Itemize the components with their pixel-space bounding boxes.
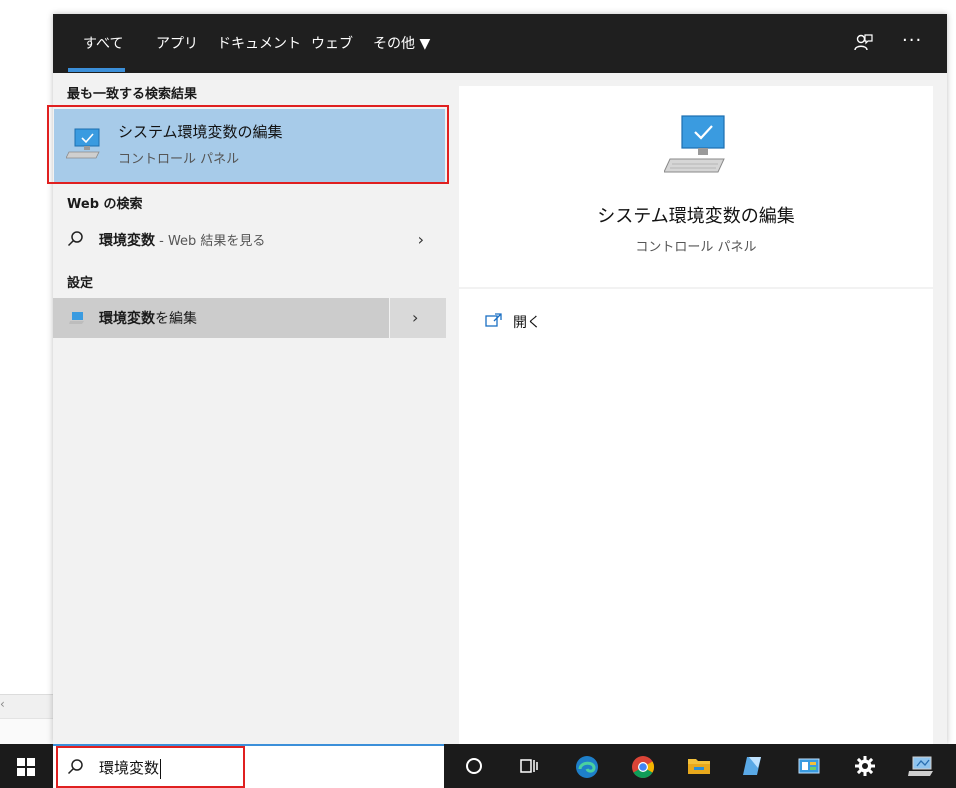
task-view-icon[interactable] xyxy=(517,754,541,778)
open-action[interactable]: 開く xyxy=(485,312,541,332)
tab-more[interactable]: その他 ▼ xyxy=(373,33,430,53)
web-result-label: 環境変数 - Web 結果を見る xyxy=(99,230,265,250)
more-options-icon[interactable]: ··· xyxy=(902,30,922,51)
background-window-strip-2 xyxy=(0,718,53,745)
background-chevron-icon: ‹ xyxy=(0,697,5,711)
web-search-result[interactable]: 環境変数 - Web 結果を見る › xyxy=(53,220,446,260)
detail-pane: システム環境変数の編集 コントロール パネル 開く xyxy=(459,86,933,744)
edge-icon[interactable] xyxy=(574,754,598,778)
web-result-query: 環境変数 xyxy=(99,233,155,249)
section-header-best-match: 最も一致する検索結果 xyxy=(67,87,198,102)
chevron-right-icon: › xyxy=(412,308,419,327)
section-header-web: Web の検索 xyxy=(67,197,143,212)
tab-all[interactable]: すべて xyxy=(83,33,123,53)
cortana-icon[interactable] xyxy=(462,754,486,778)
detail-divider xyxy=(459,287,933,289)
detail-title: システム環境変数の編集 xyxy=(597,206,795,227)
chevron-right-icon[interactable]: › xyxy=(418,230,424,249)
best-match-highlight xyxy=(47,105,449,184)
search-box-highlight xyxy=(56,746,245,788)
open-external-icon xyxy=(485,313,503,331)
chrome-icon[interactable] xyxy=(630,754,654,778)
settings-gear-icon[interactable] xyxy=(853,754,877,778)
settings-result-query: 環境変数 xyxy=(99,311,155,327)
notepad-icon[interactable] xyxy=(741,754,765,778)
tab-apps[interactable]: アプリ xyxy=(156,33,198,53)
settings-result-label: 環境変数を編集 xyxy=(99,308,197,328)
tab-documents[interactable]: ドキュメント xyxy=(217,33,301,53)
search-tabs-bar: すべて アプリ ドキュメント ウェブ その他 ▼ ··· xyxy=(53,14,947,73)
env-settings-icon xyxy=(69,310,85,329)
tab-web[interactable]: ウェブ xyxy=(311,33,353,53)
file-explorer-icon[interactable] xyxy=(686,754,710,778)
background-window-strip xyxy=(0,694,53,719)
open-action-label: 開く xyxy=(513,315,541,331)
section-header-settings: 設定 xyxy=(67,276,94,291)
windows-start-icon[interactable] xyxy=(17,758,35,780)
active-tab-indicator xyxy=(68,68,125,72)
web-result-suffix: - Web 結果を見る xyxy=(155,234,266,249)
system-icon[interactable] xyxy=(908,754,933,778)
settings-result[interactable]: 環境変数を編集 › xyxy=(53,298,446,338)
settings-result-rest: を編集 xyxy=(155,311,197,327)
detail-subtitle: コントロール パネル xyxy=(635,240,757,255)
control-panel-icon[interactable] xyxy=(797,754,821,778)
feedback-icon[interactable] xyxy=(853,33,873,57)
settings-result-expand[interactable]: › xyxy=(389,298,446,338)
search-icon xyxy=(67,230,85,252)
system-properties-large-icon xyxy=(663,114,732,182)
